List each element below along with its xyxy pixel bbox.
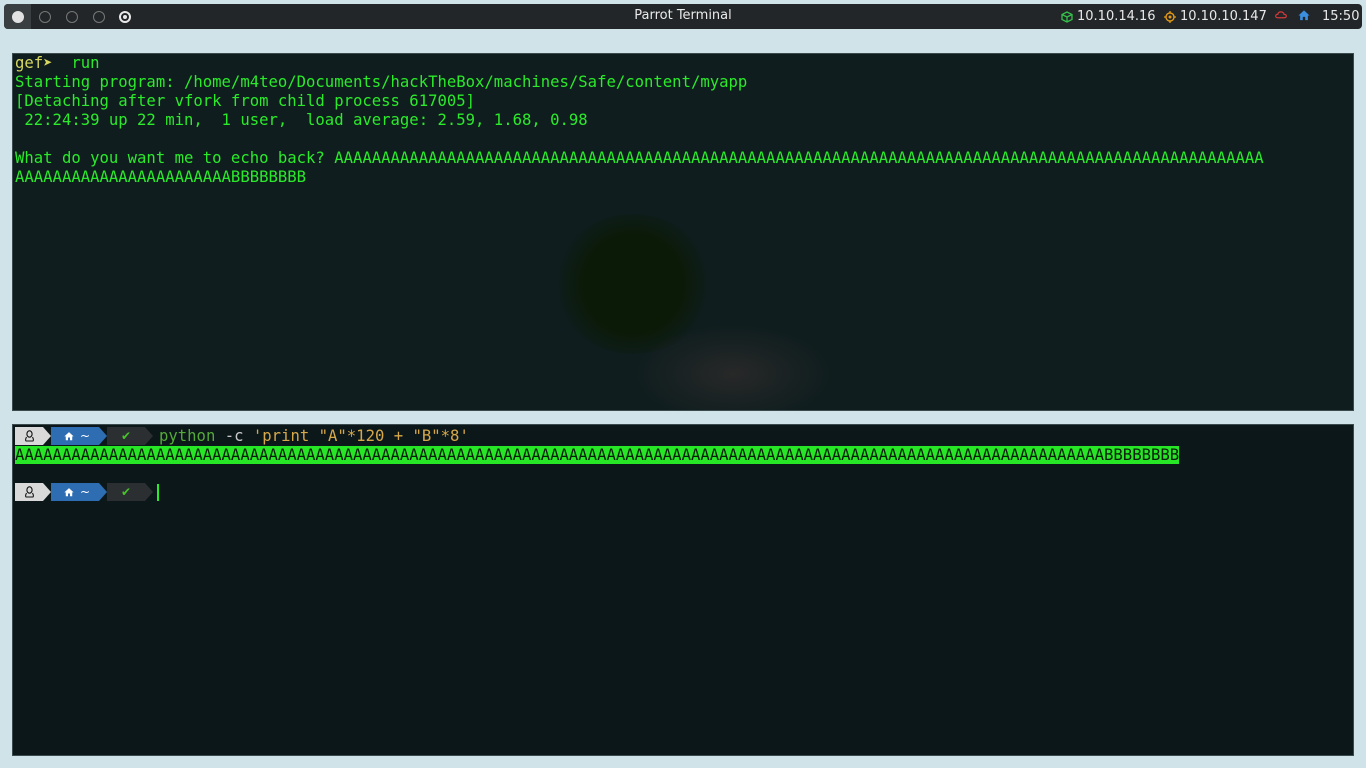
home-icon <box>64 432 74 441</box>
command-flag: -c <box>224 427 244 445</box>
home-icon <box>1298 10 1310 21</box>
shell-command: python -c 'print "A"*120 + "B"*8' <box>159 427 469 445</box>
prompt-os-segment <box>15 483 51 501</box>
text-cursor[interactable] <box>157 483 159 501</box>
tux-icon <box>24 430 34 442</box>
terminal-output-line: Starting program: /home/m4teo/Documents/… <box>15 73 748 91</box>
target-ip-text: 10.10.10.147 <box>1180 9 1267 24</box>
shell-terminal-pane[interactable]: ~ ✔ python -c 'print "A"*120 + "B"*8' AA… <box>12 424 1354 756</box>
prompt-status-segment: ✔ <box>107 483 153 501</box>
prompt-dir: ~ <box>79 429 91 443</box>
gef-prompt: gef➤ <box>15 54 53 72</box>
vpn-cube-icon <box>1061 10 1073 23</box>
wallpaper-shadow-2 <box>633 324 833 410</box>
checkmark-icon: ✔ <box>120 485 132 499</box>
target-ip-indicator: 10.10.10.147 <box>1164 9 1267 24</box>
gef-command-line: gef➤ run <box>15 54 100 73</box>
terminal-output-line: What do you want me to echo back? AAAAAA… <box>15 149 1264 167</box>
terminal-output-line: 22:24:39 up 22 min, 1 user, load average… <box>15 111 588 129</box>
shell-prompt: ~ ✔ python -c 'print "A"*120 + "B"*8' <box>15 427 469 445</box>
shell-prompt: ~ ✔ <box>15 483 159 501</box>
prompt-dir-segment: ~ <box>51 483 107 501</box>
terminal-output-line: [Detaching after vfork from child proces… <box>15 92 476 110</box>
command-program: python <box>159 427 216 445</box>
window-title: Parrot Terminal <box>634 8 732 23</box>
cloud-status <box>1275 9 1287 21</box>
command-output-line: AAAAAAAAAAAAAAAAAAAAAAAAAAAAAAAAAAAAAAAA… <box>15 446 1180 465</box>
prompt-dir: ~ <box>79 485 91 499</box>
gef-command: run <box>71 54 100 72</box>
prompt-status-segment: ✔ <box>107 427 153 445</box>
command-argument: 'print "A"*120 + "B"*8' <box>252 427 469 445</box>
vpn-ip-text: 10.10.14.16 <box>1077 9 1156 24</box>
gef-terminal-pane[interactable]: gef➤ run Starting program: /home/m4teo/D… <box>12 53 1354 411</box>
home-icon <box>64 488 74 497</box>
prompt-dir-segment: ~ <box>51 427 107 445</box>
window-titlebar: Parrot Terminal 10.10.14.16 10.10.10.147… <box>4 4 1362 29</box>
vpn-ip-indicator: 10.10.14.16 <box>1061 9 1156 24</box>
clock[interactable]: 15:50 <box>1322 9 1359 24</box>
command-output: AAAAAAAAAAAAAAAAAAAAAAAAAAAAAAAAAAAAAAAA… <box>15 446 1180 464</box>
checkmark-icon: ✔ <box>120 429 132 443</box>
prompt-os-segment <box>15 427 51 445</box>
cloud-icon <box>1275 11 1287 19</box>
tux-icon <box>24 486 34 498</box>
target-crosshair-icon <box>1164 10 1176 23</box>
terminal-output-line: AAAAAAAAAAAAAAAAAAAAAAABBBBBBBB <box>15 168 307 186</box>
home-status[interactable] <box>1298 9 1310 21</box>
